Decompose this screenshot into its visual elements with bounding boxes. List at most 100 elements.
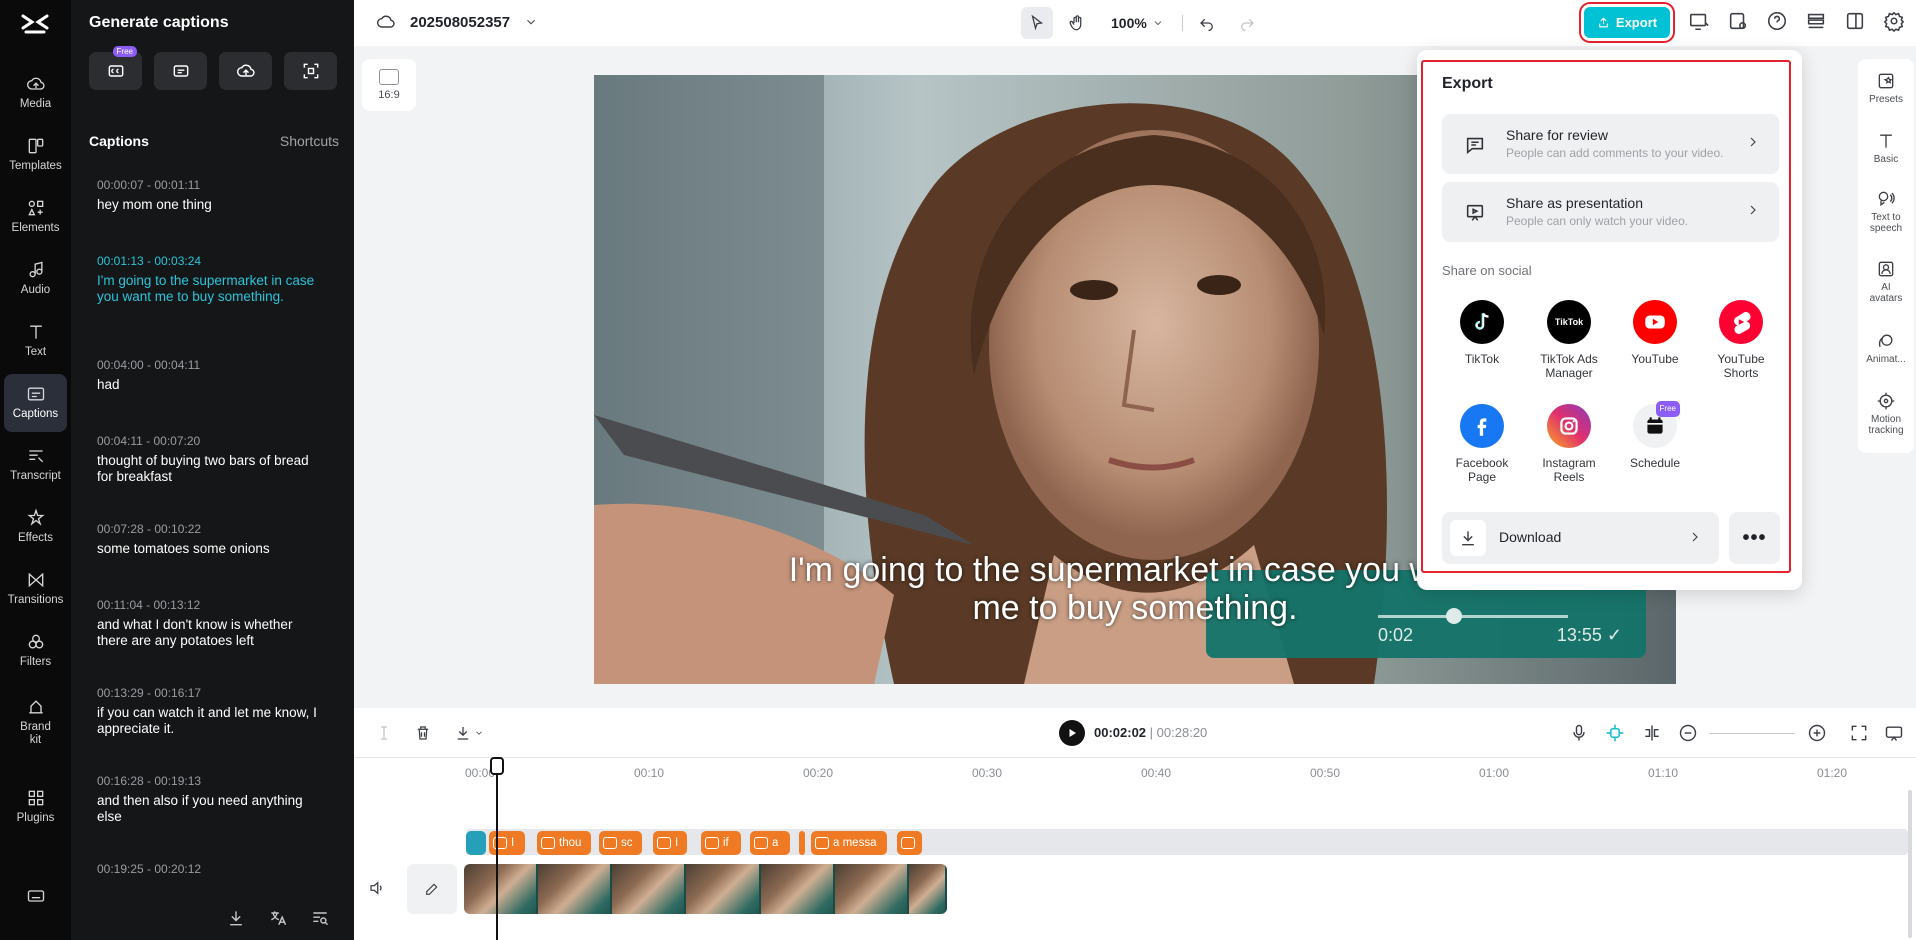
nav-filters[interactable]: Filters	[4, 622, 67, 680]
social-tiktok-ads[interactable]: TikTok TikTok Ads Manager	[1525, 300, 1613, 380]
nav-media[interactable]: Media	[4, 64, 67, 122]
project-title[interactable]: 202508052357	[376, 12, 538, 32]
select-tool-button[interactable]	[1021, 7, 1053, 39]
animation-tab[interactable]: Animat...	[1858, 331, 1914, 365]
video-track[interactable]	[464, 864, 947, 914]
microphone-icon[interactable]	[1569, 723, 1589, 743]
caption-clip[interactable]	[897, 831, 922, 855]
social-facebook[interactable]: Facebook Page	[1438, 404, 1526, 484]
comment-icon[interactable]	[1884, 723, 1904, 743]
ai-avatars-tab[interactable]: AI avatars	[1858, 259, 1914, 304]
project-name[interactable]: 202508052357	[410, 14, 510, 31]
redo-button[interactable]	[1231, 7, 1263, 39]
auto-captions-tool[interactable]: Free	[89, 46, 142, 90]
social-youtube-shorts[interactable]: YouTube Shorts	[1697, 300, 1785, 380]
caption-item[interactable]: 00:13:29 - 00:16:17 if you can watch it …	[97, 686, 322, 737]
volume-icon[interactable]	[368, 879, 386, 897]
settings-icon[interactable]	[1883, 10, 1905, 32]
aspect-ratio-button[interactable]: 16:9	[362, 59, 416, 111]
caption-item-active[interactable]: 00:01:13 - 00:03:24 I'm going to the sup…	[97, 254, 322, 305]
layers-icon[interactable]	[1805, 10, 1827, 32]
social-youtube[interactable]: YouTube	[1611, 300, 1699, 366]
caption-item[interactable]: 00:00:07 - 00:01:11 hey mom one thing	[97, 178, 322, 213]
zoom-out-icon[interactable]	[1678, 723, 1698, 743]
caption-item[interactable]: 00:04:11 - 00:07:20 thought of buying tw…	[97, 434, 322, 485]
nav-transcript[interactable]: Transcript	[4, 436, 67, 494]
nav-brand-kit[interactable]: Brand kit	[4, 690, 67, 754]
share-as-presentation-button[interactable]: Share as presentation People can only wa…	[1442, 182, 1779, 242]
caption-text[interactable]: hey mom one thing	[97, 197, 322, 213]
caption-text[interactable]: had	[97, 377, 322, 393]
caption-item[interactable]: 00:16:28 - 00:19:13 and then also if you…	[97, 774, 322, 825]
basic-tab[interactable]: Basic	[1858, 131, 1914, 165]
timeline-scrollbar[interactable]	[1908, 790, 1912, 938]
nav-captions[interactable]: Captions	[4, 374, 67, 432]
share-for-review-button[interactable]: Share for review People can add comments…	[1442, 114, 1779, 174]
playhead[interactable]	[490, 757, 504, 940]
capcut-logo-icon[interactable]	[20, 12, 50, 36]
social-tiktok[interactable]: TikTok	[1438, 300, 1526, 366]
caption-text[interactable]: thought of buying two bars of bread for …	[97, 453, 322, 485]
scan-captions-tool[interactable]	[284, 52, 337, 90]
caption-item[interactable]: 00:11:04 - 00:13:12 and what I don't kno…	[97, 598, 322, 649]
keyboard-shortcuts-button[interactable]	[4, 878, 67, 918]
social-instagram[interactable]: Instagram Reels	[1525, 404, 1613, 484]
edit-cover-button[interactable]	[407, 864, 457, 914]
motion-tracking-tab[interactable]: Motion tracking	[1858, 391, 1914, 436]
playhead-handle[interactable]	[490, 757, 504, 775]
more-options-button[interactable]: •••	[1729, 512, 1780, 564]
fullscreen-icon[interactable]	[1849, 723, 1869, 743]
caption-clip-selected[interactable]	[466, 831, 486, 855]
split-icon[interactable]	[1642, 723, 1662, 743]
delete-icon[interactable]	[414, 724, 432, 742]
caption-clip[interactable]: I	[653, 831, 687, 855]
caption-clip[interactable]: thou	[537, 831, 591, 855]
present-icon[interactable]	[1688, 10, 1710, 32]
undo-button[interactable]	[1191, 7, 1223, 39]
caption-text[interactable]: and then also if you need anything else	[97, 793, 322, 825]
split-cursor-icon[interactable]	[375, 724, 393, 742]
search-replace-icon[interactable]	[310, 908, 330, 928]
zoom-slider[interactable]	[1709, 733, 1795, 734]
caption-clip[interactable]: I	[489, 831, 525, 855]
zoom-dropdown[interactable]: 100%	[1111, 15, 1164, 31]
download-icon[interactable]	[226, 908, 246, 928]
nav-plugins[interactable]: Plugins	[4, 778, 67, 836]
nav-effects[interactable]: Effects	[4, 498, 67, 556]
nav-audio[interactable]: Audio	[4, 250, 67, 308]
caption-clip[interactable]	[799, 831, 805, 855]
chevron-down-icon[interactable]	[524, 15, 538, 29]
download-button[interactable]: Download	[1442, 512, 1719, 564]
manual-captions-tool[interactable]	[154, 52, 207, 90]
caption-clip[interactable]: a	[750, 831, 790, 855]
nav-transitions[interactable]: Transitions	[4, 560, 67, 618]
hand-tool-button[interactable]	[1061, 7, 1093, 39]
shortcuts-link[interactable]: Shortcuts	[280, 133, 339, 149]
caption-item[interactable]: 00:04:00 - 00:04:11 had	[97, 358, 322, 393]
caption-text[interactable]: I'm going to the supermarket in case you…	[97, 273, 322, 305]
caption-clip[interactable]: if	[701, 831, 741, 855]
caption-clip[interactable]: a messa	[811, 831, 887, 855]
magnet-snap-icon[interactable]	[1605, 723, 1625, 743]
social-schedule[interactable]: Free Schedule	[1611, 401, 1699, 470]
play-button[interactable]	[1059, 720, 1085, 746]
caption-text[interactable]: if you can watch it and let me know, I a…	[97, 705, 322, 737]
caption-clip[interactable]: sc	[599, 831, 642, 855]
export-button[interactable]: Export	[1584, 7, 1670, 38]
text-to-speech-tab[interactable]: Text to speech	[1858, 189, 1914, 234]
nav-text[interactable]: Text	[4, 312, 67, 370]
download-icon[interactable]	[454, 724, 472, 742]
caption-item[interactable]: 00:07:28 - 00:10:22 some tomatoes some o…	[97, 522, 322, 557]
panel-toggle-icon[interactable]	[1844, 10, 1866, 32]
review-icon[interactable]	[1727, 10, 1749, 32]
caption-item[interactable]: 00:19:25 - 00:20:12	[97, 862, 322, 876]
nav-templates[interactable]: Templates	[4, 126, 67, 184]
zoom-in-icon[interactable]	[1807, 723, 1827, 743]
caption-text[interactable]: some tomatoes some onions	[97, 541, 322, 557]
help-icon[interactable]	[1766, 10, 1788, 32]
chevron-down-icon[interactable]	[474, 728, 484, 738]
translate-icon[interactable]	[268, 908, 288, 928]
nav-elements[interactable]: Elements	[4, 188, 67, 246]
upload-captions-tool[interactable]	[219, 52, 272, 90]
caption-text[interactable]: and what I don't know is whether there a…	[97, 617, 322, 649]
